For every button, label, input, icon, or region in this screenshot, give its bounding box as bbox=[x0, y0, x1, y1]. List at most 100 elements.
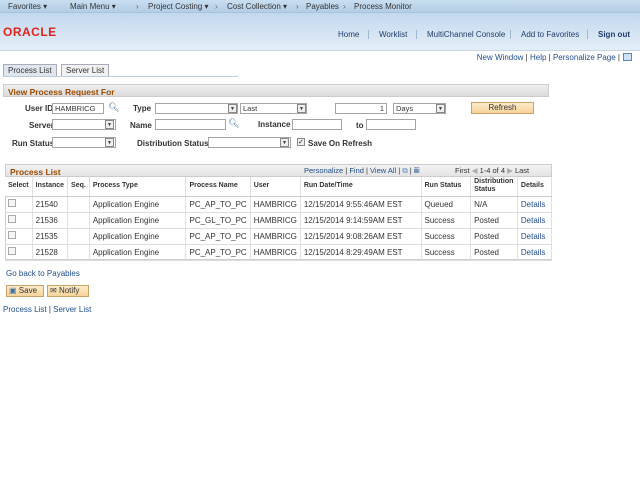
details-link[interactable]: Details bbox=[517, 196, 553, 213]
process-type: Application Engine bbox=[89, 196, 187, 213]
favorites-menu[interactable]: Favorites ▾ bbox=[8, 2, 47, 11]
notify-icon: ✉ bbox=[50, 286, 57, 295]
breadcrumb-project-costing[interactable]: Project Costing ▾ bbox=[148, 2, 208, 11]
chevron-down-icon[interactable]: ▼ bbox=[280, 138, 289, 147]
select-checkbox bbox=[5, 212, 33, 229]
col-seq: Seq. bbox=[67, 177, 90, 197]
run-date: 12/15/2014 9:55:46AM EST bbox=[300, 196, 422, 213]
table-row: 21535 Application Engine PC_AP_TO_PC HAMBRI… bbox=[5, 228, 553, 245]
main-menu[interactable]: Main Menu ▾ bbox=[70, 2, 116, 11]
user-id-label: User ID bbox=[25, 104, 54, 113]
divider bbox=[368, 30, 369, 39]
details-link[interactable]: Details bbox=[517, 244, 553, 261]
seq bbox=[67, 212, 90, 229]
chevron-down-icon[interactable]: ▼ bbox=[105, 138, 114, 147]
process-name: PC_AP_TO_PC bbox=[185, 244, 251, 261]
process-list-link[interactable]: Process List bbox=[3, 305, 47, 314]
personalize-link[interactable]: Personalize bbox=[304, 166, 343, 175]
distribution-status-select[interactable] bbox=[208, 137, 291, 148]
breadcrumb-cost-collection[interactable]: Cost Collection ▾ bbox=[227, 2, 287, 11]
select-checkbox bbox=[5, 196, 33, 213]
add-to-favorites-link[interactable]: Add to Favorites bbox=[521, 30, 579, 39]
row-checkbox[interactable] bbox=[8, 247, 16, 255]
user-id-input[interactable]: HAMBRICG bbox=[52, 103, 104, 114]
distribution-status: Posted bbox=[470, 212, 518, 229]
save-on-refresh-label: Save On Refresh bbox=[308, 139, 373, 148]
instance-to-input[interactable] bbox=[366, 119, 416, 130]
process-type: Application Engine bbox=[89, 228, 187, 245]
col-process-name: Process Name bbox=[185, 177, 251, 197]
col-process-type: Process Type bbox=[89, 177, 187, 197]
details-link[interactable]: Details bbox=[517, 228, 553, 245]
divider bbox=[587, 30, 588, 39]
col-user: User bbox=[250, 177, 301, 197]
select-checkbox bbox=[5, 244, 33, 261]
chevron-down-icon[interactable]: ▼ bbox=[228, 104, 237, 113]
worklist-link[interactable]: Worklist bbox=[379, 30, 407, 39]
row-checkbox[interactable] bbox=[8, 215, 16, 223]
process-table: Select Instance Seq. Process Type Proces… bbox=[5, 177, 553, 261]
breadcrumb-separator: › bbox=[343, 2, 346, 11]
table-row: 21528 Application Engine PC_AP_TO_PC HAMBRI… bbox=[5, 244, 553, 261]
chevron-down-icon[interactable]: ▼ bbox=[436, 104, 445, 113]
count-input[interactable]: 1 bbox=[335, 103, 387, 114]
header: Home Worklist MultiChannel Console Add t… bbox=[0, 13, 640, 51]
tab-process-list[interactable]: Process List bbox=[3, 64, 57, 76]
previous-icon[interactable]: ◀ bbox=[472, 166, 478, 175]
refresh-button[interactable]: Refresh bbox=[471, 102, 534, 114]
save-button[interactable]: ▣ Save bbox=[6, 285, 44, 297]
last-label[interactable]: Last bbox=[515, 166, 529, 175]
breadcrumb-separator: › bbox=[296, 2, 299, 11]
col-run-status: Run Status bbox=[421, 177, 472, 197]
notify-button[interactable]: ✉ Notify bbox=[47, 285, 89, 297]
divider bbox=[510, 30, 511, 39]
col-select: Select bbox=[5, 177, 33, 197]
seq bbox=[67, 244, 90, 261]
name-input[interactable] bbox=[155, 119, 226, 130]
row-checkbox[interactable] bbox=[8, 199, 16, 207]
lookup-icon[interactable]: 🔍︎ bbox=[108, 102, 119, 113]
user: HAMBRICG bbox=[250, 212, 301, 229]
find-link[interactable]: Find bbox=[349, 166, 364, 175]
tab-server-list[interactable]: Server List bbox=[61, 64, 110, 76]
personalize-page-link[interactable]: Personalize Page bbox=[553, 53, 616, 62]
breadcrumb-process-monitor: Process Monitor bbox=[354, 2, 412, 11]
distribution-status-label: Distribution Status bbox=[137, 139, 209, 148]
next-icon[interactable]: ▶ bbox=[507, 166, 513, 175]
grid-pager: First ◀ 1-4 of 4 ▶ Last bbox=[455, 166, 529, 175]
home-link[interactable]: Home bbox=[338, 30, 359, 39]
instance-from-input[interactable] bbox=[292, 119, 342, 130]
instance: 21528 bbox=[32, 244, 69, 261]
page-bar: New Window | Help | Personalize Page | bbox=[476, 53, 620, 62]
server-list-link[interactable]: Server List bbox=[53, 305, 91, 314]
process-type: Application Engine bbox=[89, 212, 187, 229]
save-on-refresh-checkbox[interactable]: ✓ bbox=[297, 138, 305, 146]
help-link[interactable]: Help bbox=[530, 53, 546, 62]
run-status: Success bbox=[421, 244, 472, 261]
calendar-icon[interactable] bbox=[623, 53, 632, 61]
chevron-down-icon[interactable]: ▼ bbox=[297, 104, 306, 113]
type-select[interactable] bbox=[155, 103, 238, 114]
seq bbox=[67, 228, 90, 245]
new-window-link[interactable]: New Window bbox=[477, 53, 524, 62]
chevron-down-icon[interactable]: ▼ bbox=[105, 120, 114, 129]
go-back-link[interactable]: Go back to Payables bbox=[6, 269, 80, 278]
distribution-status: N/A bbox=[470, 196, 518, 213]
row-checkbox[interactable] bbox=[8, 231, 16, 239]
download-icon[interactable]: ▦ bbox=[414, 166, 420, 175]
breadcrumb-separator: › bbox=[136, 2, 139, 11]
zoom-icon[interactable]: ⧉ bbox=[402, 166, 407, 175]
process-name: PC_AP_TO_PC bbox=[185, 228, 251, 245]
details-link[interactable]: Details bbox=[517, 212, 553, 229]
breadcrumb-payables[interactable]: Payables bbox=[306, 2, 339, 11]
instance: 21536 bbox=[32, 212, 69, 229]
lookup-icon[interactable]: 🔍︎ bbox=[228, 118, 239, 129]
run-date: 12/15/2014 8:29:49AM EST bbox=[300, 244, 422, 261]
sign-out-link[interactable]: Sign out bbox=[598, 30, 630, 39]
run-status-label: Run Status bbox=[12, 139, 55, 148]
view-all-link[interactable]: View All bbox=[370, 166, 396, 175]
server-label: Server bbox=[29, 121, 54, 130]
instance: 21535 bbox=[32, 228, 69, 245]
first-label[interactable]: First bbox=[455, 166, 470, 175]
multichannel-console-link[interactable]: MultiChannel Console bbox=[427, 30, 505, 39]
